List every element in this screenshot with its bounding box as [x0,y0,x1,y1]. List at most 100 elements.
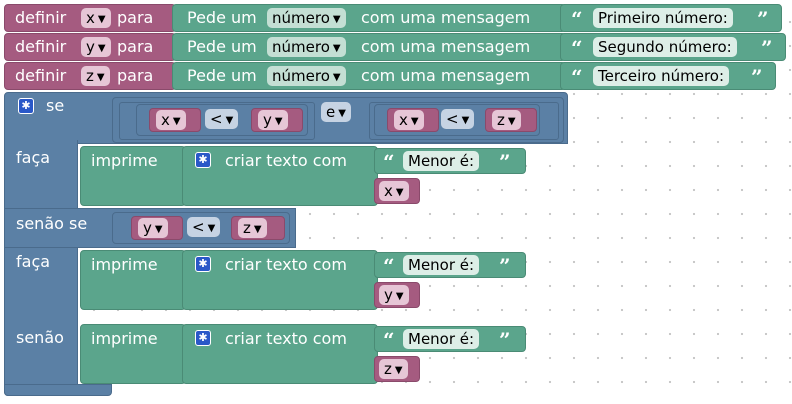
operator-dropdown[interactable]: < ▼ [187,217,221,237]
prompt-number-x-block[interactable]: Pede um número ▼ com uma mensagem [172,4,566,32]
type-value: número [272,67,330,85]
quote-open-icon: “ [571,7,583,31]
prompt-number-z-block[interactable]: Pede um número ▼ com uma mensagem [172,62,566,90]
prompt-number-y-block[interactable]: Pede um número ▼ com uma mensagem [172,33,566,61]
text-literal-block-1[interactable]: “ Menor é: ” [374,148,526,174]
prompt-label: Pede um [187,8,257,27]
dropdown-arrow-icon: ▼ [395,187,404,198]
quote-open-icon: “ [383,150,395,174]
var-block-y[interactable]: y ▼ [251,108,303,132]
create-text-block-2[interactable]: ✱ criar texto com [182,250,378,310]
var-name: y [384,286,393,304]
text-field[interactable]: Segundo número: [593,37,737,57]
text-literal-y-block[interactable]: “ Segundo número: ” [560,33,786,61]
var-block-x[interactable]: x ▼ [387,108,439,132]
para-label: para [117,37,154,56]
compare-block-3[interactable]: y ▼ < ▼ z ▼ [112,212,290,244]
var-block-z[interactable]: z ▼ [374,356,420,382]
quote-open-icon: “ [383,328,395,352]
text-literal-block-3[interactable]: “ Menor é: ” [374,326,526,352]
and-dropdown[interactable]: e ▼ [321,102,351,122]
compare-block-2[interactable]: x ▼ < ▼ z ▼ [374,104,540,136]
gear-icon[interactable]: ✱ [195,330,211,346]
print-label: imprime [91,151,158,170]
dropdown-arrow-icon: ▼ [395,291,404,302]
create-text-label: criar texto com [225,255,347,274]
var-name: x [161,111,170,129]
quote-close-icon: ” [499,328,511,352]
dropdown-arrow-icon: ▼ [225,115,234,126]
create-text-label: criar texto com [225,151,347,170]
var-block-x[interactable]: x ▼ [374,178,420,204]
text-literal-x-block[interactable]: “ Primeiro número: ” [560,4,782,32]
var-dropdown-x[interactable]: x ▼ [81,8,111,28]
print-block-2[interactable]: imprime [80,250,186,310]
text-field[interactable]: Menor é: [403,151,480,171]
var-name: z [497,111,505,129]
var-block-y[interactable]: y ▼ [131,216,183,240]
create-text-block-1[interactable]: ✱ criar texto com [182,146,378,206]
compare-block-1[interactable]: x ▼ < ▼ y ▼ [136,104,308,136]
set-label: definir [15,37,67,56]
set-y-block[interactable]: definir y ▼ para [4,33,176,61]
var-dropdown-z[interactable]: z ▼ [238,218,267,238]
var-dropdown-x[interactable]: x ▼ [156,110,186,130]
var-dropdown-x[interactable]: x ▼ [379,181,409,201]
text-field[interactable]: Menor é: [403,255,480,275]
quote-open-icon: “ [383,254,395,278]
print-block-1[interactable]: imprime [80,146,186,206]
var-name: y [143,219,152,237]
set-x-block[interactable]: definir x ▼ para [4,4,176,32]
set-label: definir [15,66,67,85]
print-block-3[interactable]: imprime [80,324,186,384]
type-dropdown[interactable]: número ▼ [267,66,346,86]
quote-close-icon: ” [761,36,773,60]
dropdown-arrow-icon: ▼ [172,116,181,127]
dropdown-arrow-icon: ▼ [338,108,346,119]
gear-icon[interactable]: ✱ [18,98,34,114]
dropdown-arrow-icon: ▼ [332,14,341,25]
and-label: e [326,103,336,121]
message-label: com uma mensagem [361,66,531,85]
gear-icon[interactable]: ✱ [195,152,211,168]
var-block-z[interactable]: z ▼ [485,108,537,132]
type-value: número [272,9,330,27]
dropdown-arrow-icon: ▼ [507,116,516,127]
var-block-x[interactable]: x ▼ [149,108,201,132]
var-dropdown-z[interactable]: z ▼ [379,359,408,379]
var-dropdown-y[interactable]: y ▼ [81,37,111,57]
quote-close-icon: ” [751,65,763,89]
operator-dropdown[interactable]: < ▼ [441,109,475,129]
type-dropdown[interactable]: número ▼ [267,37,346,57]
text-literal-z-block[interactable]: “ Terceiro número: ” [560,62,776,90]
para-label: para [117,66,154,85]
var-dropdown-z[interactable]: z ▼ [81,66,110,86]
print-label: imprime [91,255,158,274]
text-field[interactable]: Primeiro número: [593,8,733,28]
text-literal-block-2[interactable]: “ Menor é: ” [374,252,526,278]
prompt-label: Pede um [187,66,257,85]
var-name: z [384,360,392,378]
var-dropdown-x[interactable]: x ▼ [394,110,424,130]
var-block-z[interactable]: z ▼ [231,216,285,240]
var-dropdown-z[interactable]: z ▼ [492,110,521,130]
var-dropdown-y[interactable]: y ▼ [138,218,168,238]
message-label: com uma mensagem [361,8,531,27]
type-dropdown[interactable]: número ▼ [267,8,346,28]
quote-open-icon: “ [571,65,583,89]
var-dropdown-y[interactable]: y ▼ [258,110,288,130]
set-z-block[interactable]: definir z ▼ para [4,62,176,90]
operator-dropdown[interactable]: < ▼ [205,109,239,129]
dropdown-arrow-icon: ▼ [154,224,163,235]
create-text-block-3[interactable]: ✱ criar texto com [182,324,378,384]
var-block-y[interactable]: y ▼ [374,282,420,308]
text-field[interactable]: Menor é: [403,329,480,349]
text-field[interactable]: Terceiro número: [593,66,730,86]
if-label: se [46,96,65,115]
var-dropdown-y[interactable]: y ▼ [379,285,409,305]
dropdown-arrow-icon: ▼ [97,14,106,25]
gear-icon[interactable]: ✱ [195,256,211,272]
operator-label: < [192,218,205,236]
dropdown-arrow-icon: ▼ [207,223,216,234]
quote-open-icon: “ [571,36,583,60]
